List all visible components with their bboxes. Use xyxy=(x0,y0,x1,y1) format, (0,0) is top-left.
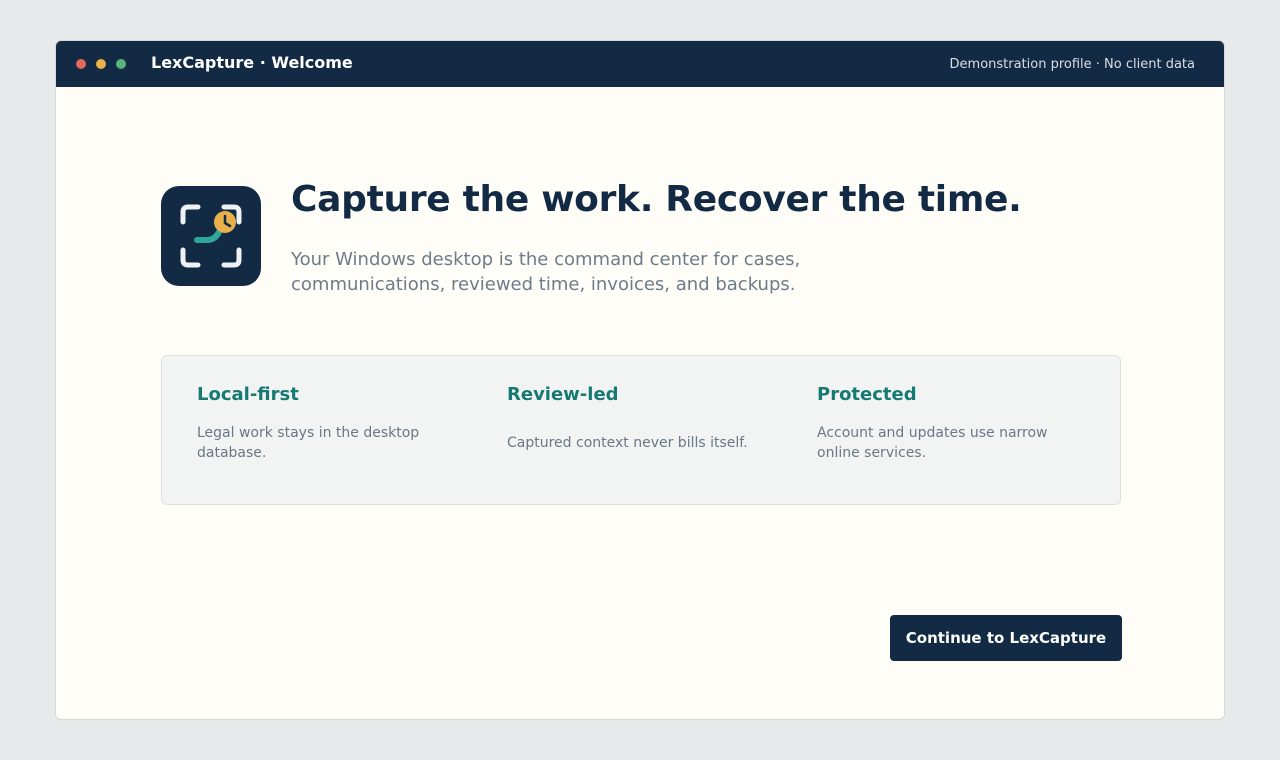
feature-protected: Protected Account and updates use narrow… xyxy=(817,384,1067,464)
feature-title: Local-first xyxy=(197,384,299,405)
capture-clock-icon xyxy=(161,186,261,286)
page-title: Capture the work. Recover the time. xyxy=(291,179,1022,220)
maximize-window-button[interactable] xyxy=(116,59,126,69)
profile-status: Demonstration profile · No client data xyxy=(949,57,1195,72)
title-bar: LexCapture · Welcome Demonstration profi… xyxy=(56,41,1224,87)
feature-review-led: Review-led Captured context never bills … xyxy=(507,384,757,464)
feature-title: Protected xyxy=(817,384,917,405)
feature-description: Account and updates use narrow online se… xyxy=(817,425,1048,461)
feature-panel: Local-first Legal work stays in the desk… xyxy=(161,355,1121,505)
feature-description: Captured context never bills itself. xyxy=(507,435,748,451)
minimize-window-button[interactable] xyxy=(96,59,106,69)
page-subtitle: Your Windows desktop is the command cent… xyxy=(291,249,801,295)
close-window-button[interactable] xyxy=(76,59,86,69)
feature-title: Review-led xyxy=(507,384,619,405)
feature-description: Legal work stays in the desktop database… xyxy=(197,425,420,461)
feature-local-first: Local-first Legal work stays in the desk… xyxy=(197,384,447,464)
continue-button[interactable]: Continue to LexCapture xyxy=(890,615,1122,661)
window-title: LexCapture · Welcome xyxy=(151,53,353,72)
app-window: LexCapture · Welcome Demonstration profi… xyxy=(55,40,1225,720)
